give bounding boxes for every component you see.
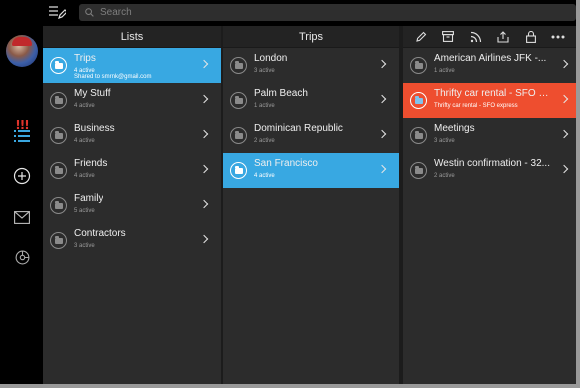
more-icon[interactable] <box>550 29 566 45</box>
item-title: Contractors <box>74 228 126 239</box>
share-icon[interactable] <box>495 29 511 45</box>
search-icon <box>85 8 94 17</box>
item-title: Thrifty car rental - SFO e... <box>434 88 552 99</box>
chevron-right-icon <box>199 94 209 104</box>
item-title: American Airlines JFK -... <box>434 53 547 64</box>
chevron-right-icon <box>377 164 387 174</box>
chevron-right-icon <box>199 234 209 244</box>
item-title: Westin confirmation - 32... <box>434 158 550 169</box>
chevron-right-icon <box>199 129 209 139</box>
archive-icon[interactable] <box>440 29 456 45</box>
trip-item[interactable]: Palm Beach 1 active <box>223 83 399 118</box>
avatar[interactable] <box>6 35 38 67</box>
task-item[interactable]: Thrifty car rental - SFO e... Thrifty car… <box>403 83 576 118</box>
chevron-right-icon <box>377 129 387 139</box>
folder-icon <box>50 162 67 179</box>
item-title: Dominican Republic <box>254 123 343 134</box>
folder-icon <box>230 92 247 109</box>
chevron-right-icon <box>559 164 569 174</box>
app-window: !!! Search Lists Trips 4 active Shared to … <box>0 0 576 384</box>
search-input[interactable]: Search <box>79 4 576 21</box>
item-title: San Francisco <box>254 158 318 169</box>
list-item[interactable]: My Stuff 4 active <box>43 83 221 118</box>
lists-header: Lists <box>43 26 221 48</box>
folder-icon <box>50 57 67 74</box>
rss-icon[interactable] <box>468 29 484 45</box>
item-subtitle: 4 active <box>74 138 95 144</box>
add-icon[interactable] <box>11 167 33 185</box>
item-subtitle: 3 active <box>434 138 455 144</box>
tasks-column: American Airlines JFK -... 1 active Thrift… <box>403 26 576 384</box>
list-item[interactable]: Friends 4 active <box>43 153 221 188</box>
item-subtitle: 4 active <box>74 103 95 109</box>
task-item[interactable]: American Airlines JFK -... 1 active <box>403 48 576 83</box>
item-title: Trips <box>74 53 96 64</box>
settings-icon[interactable] <box>11 248 33 266</box>
chevron-right-icon <box>559 59 569 69</box>
folder-icon <box>410 92 427 109</box>
folder-icon <box>410 57 427 74</box>
chevron-right-icon <box>199 59 209 69</box>
list-item[interactable]: Business 4 active <box>43 118 221 153</box>
item-subtitle: 5 active <box>74 208 95 214</box>
trips-header: Trips <box>223 26 399 48</box>
item-shared-with: Shared to smrnk@gmail.com <box>74 74 152 80</box>
list-item[interactable]: Family 5 active <box>43 188 221 223</box>
trips-column: Trips London 3 active Palm Beach 1 active Do… <box>223 26 399 384</box>
chevron-right-icon <box>199 164 209 174</box>
item-title: Family <box>74 193 104 204</box>
edit-icon[interactable] <box>413 29 429 45</box>
task-item[interactable]: Meetings 3 active <box>403 118 576 153</box>
compose-icon[interactable] <box>48 5 68 21</box>
lists-column: Lists Trips 4 active Shared to smrnk@gmail… <box>43 26 221 384</box>
item-title: London <box>254 53 288 64</box>
item-title: Friends <box>74 158 108 169</box>
item-title: Palm Beach <box>254 88 308 99</box>
list-item[interactable]: Trips 4 active Shared to smrnk@gmail.com <box>43 48 221 83</box>
lock-icon[interactable] <box>523 29 539 45</box>
item-subtitle: 2 active <box>434 173 455 179</box>
folder-icon <box>410 162 427 179</box>
navigation-rail: !!! <box>0 0 43 384</box>
item-title: My Stuff <box>74 88 111 99</box>
item-subtitle: 4 active <box>254 173 275 179</box>
folder-icon <box>50 197 67 214</box>
item-title: Meetings <box>434 123 475 134</box>
folder-icon <box>50 92 67 109</box>
folder-icon <box>230 162 247 179</box>
item-subtitle: 1 active <box>254 103 275 109</box>
folder-icon <box>50 127 67 144</box>
item-title: Business <box>74 123 115 134</box>
item-subtitle: Thrifty car rental - SFO express <box>434 103 518 109</box>
lists-icon[interactable] <box>11 127 33 145</box>
trip-item[interactable]: San Francisco 4 active <box>223 153 399 188</box>
folder-icon <box>230 127 247 144</box>
folder-icon <box>230 57 247 74</box>
top-bar: Search <box>43 0 576 26</box>
item-subtitle: 3 active <box>74 243 95 249</box>
list-item[interactable]: Contractors 3 active <box>43 223 221 258</box>
search-placeholder: Search <box>100 7 132 18</box>
item-subtitle: 4 active <box>74 173 95 179</box>
item-subtitle: 3 active <box>254 68 275 74</box>
chevron-right-icon <box>559 129 569 139</box>
trip-item[interactable]: London 3 active <box>223 48 399 83</box>
item-subtitle: 2 active <box>254 138 275 144</box>
folder-icon <box>410 127 427 144</box>
task-item[interactable]: Westin confirmation - 32... 2 active <box>403 153 576 188</box>
chevron-right-icon <box>377 94 387 104</box>
folder-icon <box>50 232 67 249</box>
chevron-right-icon <box>199 199 209 209</box>
inbox-icon[interactable] <box>11 208 33 226</box>
trip-item[interactable]: Dominican Republic 2 active <box>223 118 399 153</box>
chevron-right-icon <box>377 59 387 69</box>
item-subtitle: 1 active <box>434 68 455 74</box>
tasks-toolbar <box>403 26 576 48</box>
chevron-right-icon <box>559 94 569 104</box>
